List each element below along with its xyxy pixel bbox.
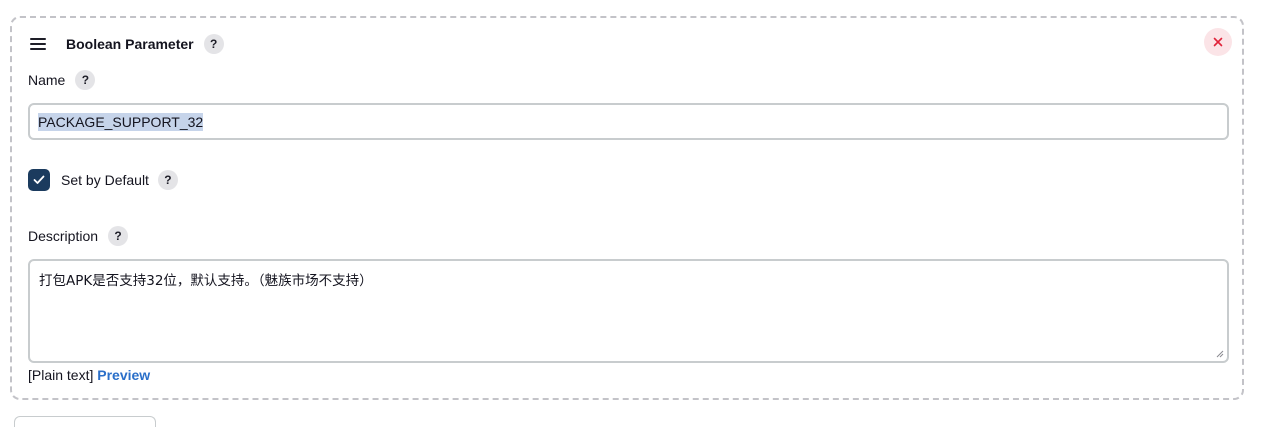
preview-link[interactable]: Preview xyxy=(97,367,150,383)
plain-text-label: [Plain text] xyxy=(28,367,94,383)
name-input[interactable]: PACKAGE_SUPPORT_32 xyxy=(28,103,1229,140)
description-help-icon[interactable]: ? xyxy=(108,226,129,246)
name-label: Name xyxy=(28,72,66,88)
description-text: 打包APK是否支持32位，默认支持。（魅族市场不支持） xyxy=(39,273,373,289)
name-input-value: PACKAGE_SUPPORT_32 xyxy=(38,112,204,131)
set-by-default-label[interactable]: Set by Default xyxy=(61,172,149,188)
set-by-default-checkbox[interactable] xyxy=(28,169,50,191)
next-button-edge[interactable] xyxy=(14,416,156,427)
remove-parameter-button[interactable] xyxy=(1204,28,1232,56)
description-label: Description xyxy=(28,228,99,244)
card-title: Boolean Parameter xyxy=(66,36,194,52)
resize-grip-icon[interactable] xyxy=(1216,350,1224,358)
description-label-row: Description ? xyxy=(28,226,129,246)
name-label-row: Name ? xyxy=(28,70,96,90)
drag-handle-icon[interactable] xyxy=(30,38,46,50)
card-header: Boolean Parameter ? xyxy=(30,32,224,56)
card-help-icon[interactable]: ? xyxy=(203,34,224,54)
boolean-parameter-card: Boolean Parameter ? Name ? PACKAGE_SUPPO… xyxy=(10,16,1244,400)
name-help-icon[interactable]: ? xyxy=(75,70,96,90)
description-footer: [Plain text] Preview xyxy=(28,367,150,383)
close-icon xyxy=(1213,37,1223,47)
check-icon xyxy=(33,175,45,184)
description-textarea[interactable]: 打包APK是否支持32位，默认支持。（魅族市场不支持） xyxy=(28,259,1229,363)
set-by-default-help-icon[interactable]: ? xyxy=(157,170,178,190)
set-by-default-row: Set by Default ? xyxy=(28,169,178,191)
